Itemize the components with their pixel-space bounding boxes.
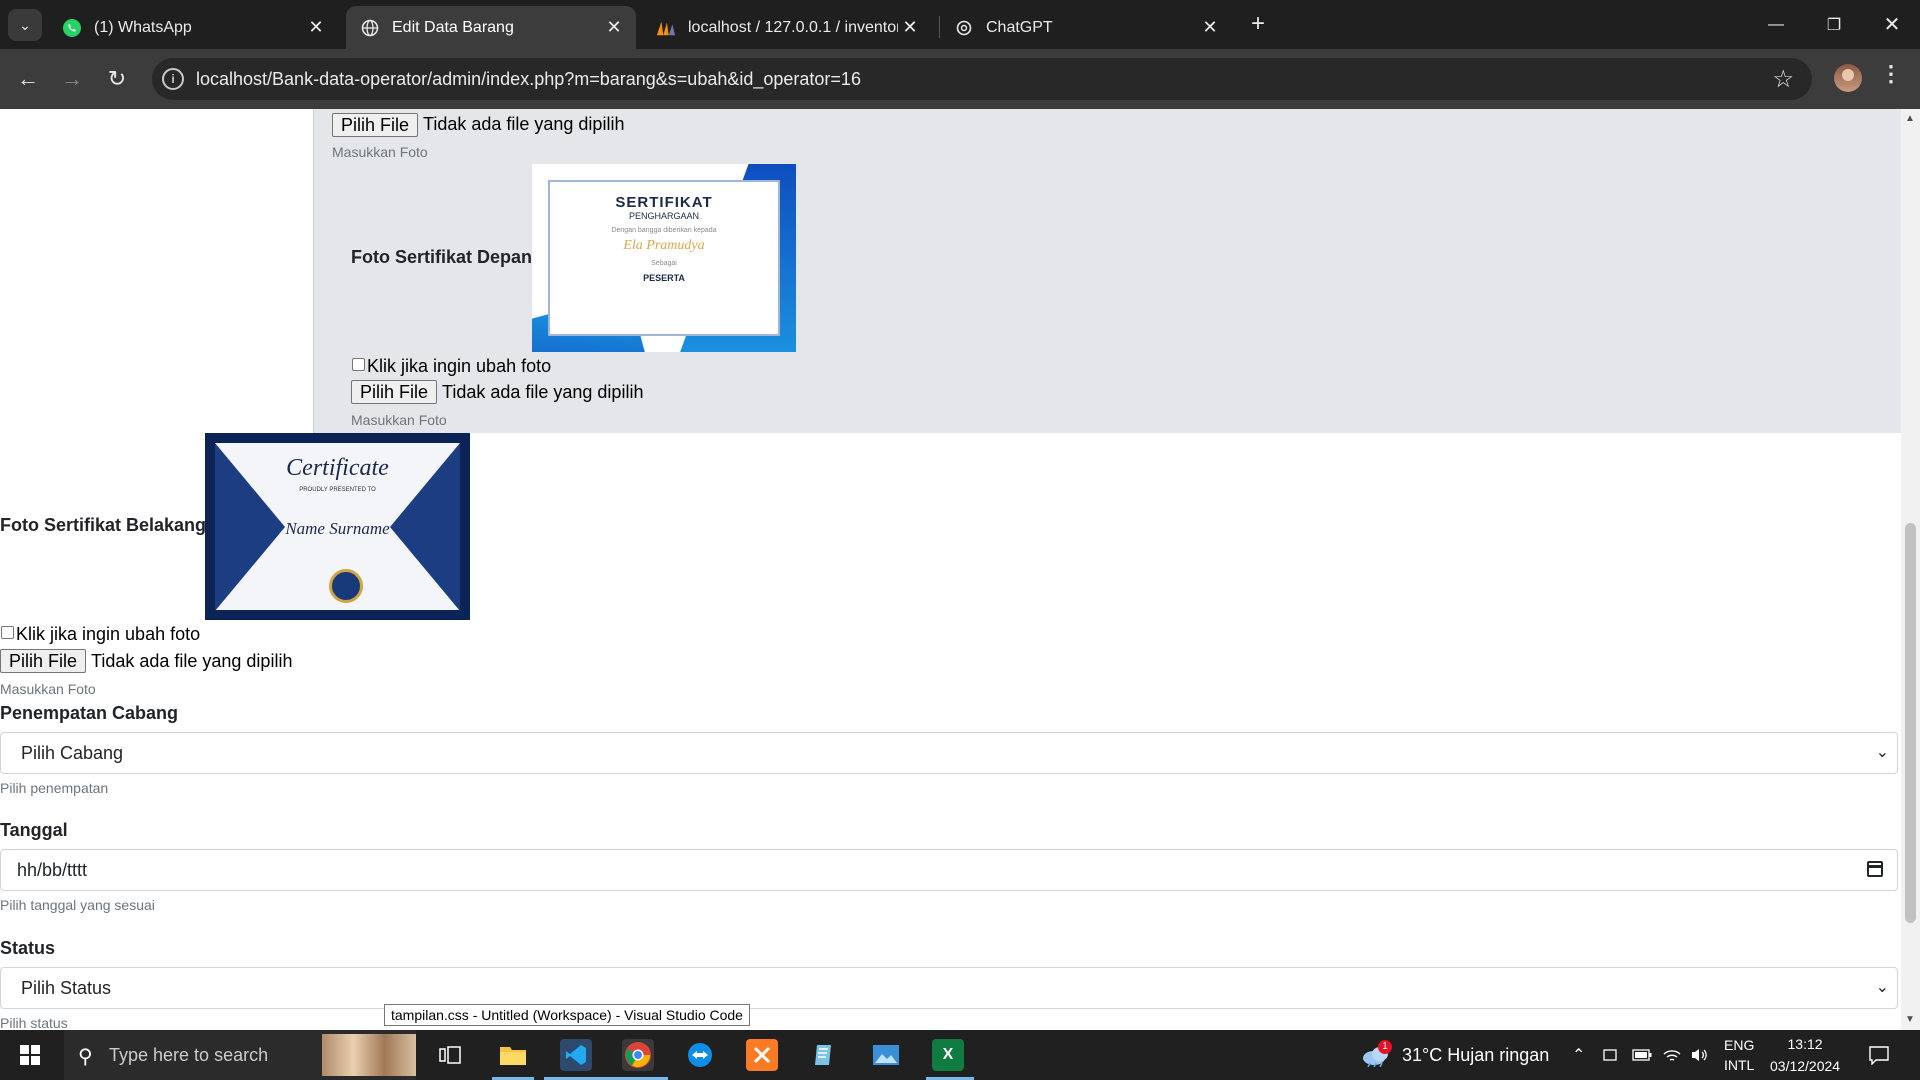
browser-toolbar: ← → ↻ i localhost/Bank-data-operator/adm… [0, 49, 1920, 109]
weather-badge: 1 [1378, 1040, 1392, 1054]
wifi-icon[interactable] [1662, 1030, 1682, 1080]
battery-icon[interactable] [1632, 1030, 1652, 1080]
weather-widget[interactable]: 1 31°C Hujan ringan [1362, 1030, 1549, 1080]
date-input[interactable]: hh/bb/tttt [0, 849, 1898, 891]
tab-label: localhost / 127.0.0.1 / inventory [688, 18, 898, 36]
task-view-icon[interactable] [434, 1039, 466, 1071]
help-text: Pilih penempatan [0, 780, 109, 796]
choose-file-button[interactable]: Pilih File [0, 649, 87, 673]
teamviewer-icon[interactable] [684, 1039, 716, 1071]
choose-file-button[interactable]: Pilih File [332, 113, 419, 137]
excel-icon[interactable]: X [932, 1039, 964, 1071]
status-select[interactable]: Pilih Status ⌄ [0, 967, 1898, 1009]
cert-back-image: Certificate PROUDLY PRESENTED TO Name Su… [205, 433, 470, 620]
chatgpt-icon [954, 18, 974, 38]
select-value: Pilih Cabang [21, 743, 124, 763]
close-icon[interactable]: ✕ [602, 17, 626, 38]
help-text: Masukkan Foto [0, 681, 96, 697]
notepad-icon[interactable] [808, 1039, 840, 1071]
select-value: Pilih Status [21, 978, 112, 998]
tab-search-dropdown-icon[interactable]: ⌄ [8, 9, 42, 41]
search-highlight-image [322, 1034, 416, 1076]
taskbar-search[interactable]: ⚲ Type here to search [64, 1030, 416, 1080]
tab-phpmyadmin[interactable]: localhost / 127.0.0.1 / inventory ✕ [642, 6, 932, 49]
clock[interactable]: 13:12 03/12/2024 [1770, 1030, 1840, 1080]
change-back-photo-checkbox[interactable] [1, 626, 14, 639]
scroll-thumb[interactable] [1905, 523, 1916, 923]
tab-whatsapp[interactable]: (1) WhatsApp ✕ [48, 6, 338, 49]
close-icon[interactable]: ✕ [1198, 17, 1222, 38]
lang-top: ENG [1724, 1037, 1755, 1053]
volume-icon[interactable] [1690, 1030, 1710, 1080]
close-icon[interactable]: ✕ [304, 17, 328, 38]
show-hidden-icons-icon[interactable]: ⌃ [1572, 1030, 1585, 1080]
address-bar[interactable]: i localhost/Bank-data-operator/admin/ind… [152, 58, 1812, 100]
bookmark-star-icon[interactable]: ☆ [1772, 65, 1794, 94]
checkbox-label[interactable]: Klik jika ingin ubah foto [367, 356, 551, 377]
help-text: Masukkan Foto [332, 144, 428, 160]
close-window-icon[interactable]: ✕ [1864, 0, 1920, 49]
clock-time: 13:12 [1787, 1036, 1823, 1052]
input-language-indicator[interactable]: ENG INTL [1724, 1030, 1754, 1080]
search-placeholder: Type here to search [109, 1045, 269, 1065]
close-icon[interactable]: ✕ [898, 17, 922, 38]
phpmyadmin-icon [656, 18, 676, 38]
url-text[interactable]: localhost/Bank-data-operator/admin/index… [196, 69, 861, 90]
tab-label: (1) WhatsApp [94, 18, 192, 36]
file-status: Tidak ada file yang dipilih [423, 114, 625, 134]
choose-file-button[interactable]: Pilih File [351, 380, 438, 404]
windows-start-icon[interactable] [20, 1045, 40, 1065]
notifications-icon[interactable] [1868, 1030, 1890, 1080]
weather-text: 31°C Hujan ringan [1402, 1044, 1550, 1065]
whatsapp-icon [62, 18, 82, 38]
page-scrollbar[interactable]: ▲ ▼ [1901, 109, 1920, 1030]
file-explorer-icon[interactable] [497, 1039, 529, 1071]
help-text: Pilih tanggal yang sesuai [0, 897, 155, 913]
minimize-icon[interactable]: — [1748, 0, 1804, 49]
help-text: Masukkan Foto [351, 412, 447, 428]
chevron-down-icon: ⌄ [1875, 979, 1889, 996]
browser-tab-bar: ⌄ (1) WhatsApp ✕ Edit Data Barang ✕ loca… [0, 0, 1920, 49]
date-placeholder: hh/bb/tttt [17, 860, 88, 880]
date-label: Tanggal [0, 820, 68, 840]
new-tab-icon[interactable]: + [1245, 12, 1271, 38]
clock-date: 03/12/2024 [1770, 1058, 1841, 1074]
calendar-icon[interactable] [1867, 861, 1883, 877]
branch-label: Penempatan Cabang [0, 703, 179, 723]
tab-chatgpt[interactable]: ChatGPT ✕ [940, 6, 1232, 49]
taskbar-tooltip: tampilan.css - Untitled (Workspace) - Vi… [384, 1004, 750, 1026]
cert-back-label: Foto Sertifikat Belakang [0, 515, 207, 535]
globe-icon [360, 18, 380, 38]
back-icon[interactable]: ← [12, 63, 44, 95]
forward-icon[interactable]: → [56, 63, 88, 95]
file-status: Tidak ada file yang dipilih [442, 382, 644, 402]
branch-select[interactable]: Pilih Cabang ⌄ [0, 732, 1898, 774]
meet-now-icon[interactable] [1602, 1030, 1618, 1080]
scroll-up-icon[interactable]: ▲ [1905, 113, 1915, 124]
windows-taskbar: ⚲ Type here to search X 1 31°C Hujan rin… [0, 1030, 1920, 1080]
file-status: Tidak ada file yang dipilih [91, 651, 293, 671]
tab-label: Edit Data Barang [392, 18, 514, 36]
lang-bottom: INTL [1724, 1057, 1755, 1073]
checkbox-label[interactable]: Klik jika ingin ubah foto [16, 624, 200, 645]
reload-icon[interactable]: ↻ [101, 63, 133, 95]
tab-label: ChatGPT [986, 18, 1053, 36]
menu-kebab-icon[interactable]: ⋮ [1880, 61, 1902, 87]
change-front-photo-checkbox[interactable] [352, 358, 365, 371]
scroll-down-icon[interactable]: ▼ [1905, 1014, 1915, 1025]
xampp-icon[interactable] [746, 1039, 778, 1071]
photos-icon[interactable] [870, 1039, 902, 1071]
status-label: Status [0, 938, 56, 958]
vscode-icon[interactable] [560, 1039, 592, 1071]
chevron-down-icon: ⌄ [1875, 744, 1889, 761]
profile-avatar[interactable] [1834, 64, 1862, 92]
cert-front-image: SERTIFIKAT PENGHARGAAN Dengan bangga dib… [532, 164, 796, 352]
tab-edit-data-barang[interactable]: Edit Data Barang ✕ [346, 6, 636, 49]
search-icon: ⚲ [78, 1046, 93, 1068]
cert-front-label: Foto Sertifikat Depan [351, 247, 533, 267]
site-info-icon[interactable]: i [162, 68, 184, 90]
restore-icon[interactable]: ❐ [1806, 0, 1862, 49]
help-text: Pilih status [0, 1015, 68, 1031]
chrome-icon[interactable] [622, 1039, 654, 1071]
